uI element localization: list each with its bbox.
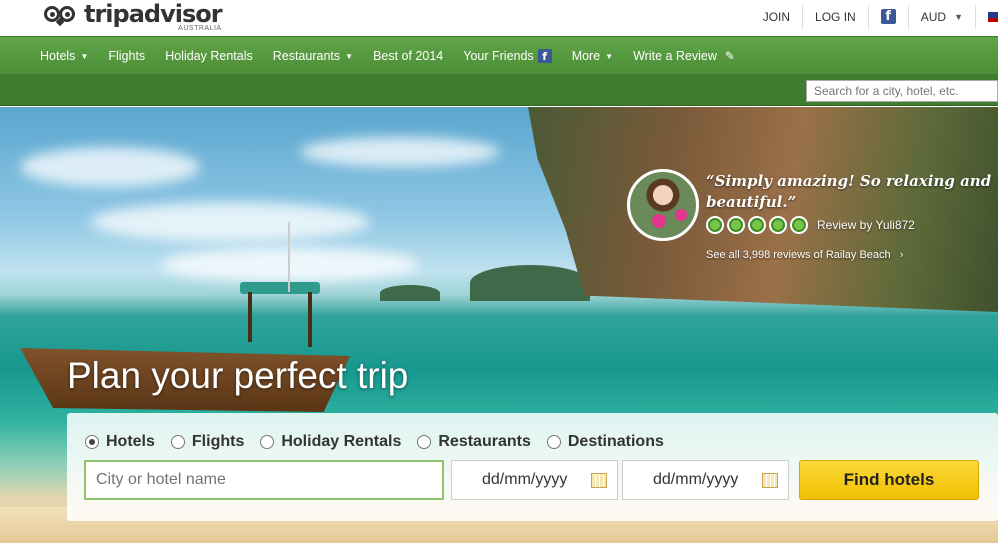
radio-flights[interactable]: Flights <box>170 433 245 451</box>
main-nav: Hotels ▼ Flights Holiday Rentals Restaur… <box>0 36 998 74</box>
chevron-down-icon: ▼ <box>605 51 614 61</box>
flag-icon <box>988 11 998 22</box>
radio-restaurants[interactable]: Restaurants <box>417 433 531 451</box>
nav-label: Restaurants <box>272 49 341 63</box>
site-search-input[interactable] <box>806 80 998 102</box>
currency-selector[interactable]: AUD ▼ <box>907 4 975 29</box>
radio-icon <box>546 435 561 449</box>
chevron-down-icon: ▼ <box>345 51 354 61</box>
radio-holiday-rentals[interactable]: Holiday Rentals <box>260 433 401 451</box>
nav-label: Your Friends <box>463 49 534 63</box>
radio-label: Destinations <box>567 433 664 450</box>
logo-region: AUSTRALIA <box>178 25 222 32</box>
chevron-down-icon: ▼ <box>80 51 89 61</box>
find-hotels-button[interactable]: Find hotels <box>799 460 979 500</box>
tripadvisor-logo[interactable]: tripadvisor AUSTRALIA <box>44 0 223 34</box>
facebook-button[interactable]: f <box>867 4 908 29</box>
check-out-placeholder: dd/mm/yyyy <box>653 471 739 488</box>
logo-wordmark: tripadvisor <box>84 0 223 28</box>
rating-bubble-icon <box>769 216 787 234</box>
calendar-icon[interactable] <box>762 473 778 488</box>
currency-label: AUD <box>920 9 947 24</box>
search-type-tabs: Hotels Flights Holiday Rentals Restauran… <box>85 433 680 451</box>
hero-headline: Plan your perfect trip <box>67 355 409 396</box>
hero-banner: “Simply amazing! So relaxing and beautif… <box>0 107 998 543</box>
radio-label: Hotels <box>106 433 155 450</box>
check-out-date-field[interactable]: dd/mm/yyyy <box>622 460 789 500</box>
login-link[interactable]: LOG IN <box>802 4 868 29</box>
nav-flights[interactable]: Flights <box>98 49 155 63</box>
radio-icon <box>170 435 185 449</box>
nav-your-friends[interactable]: Your Friends f <box>453 49 561 63</box>
see-all-reviews-link[interactable]: See all 3,998 reviews of Railay Beach › <box>706 249 903 261</box>
nav-label: Hotels <box>40 49 76 63</box>
country-selector[interactable] <box>975 4 998 29</box>
longtail-boat <box>0 222 360 422</box>
review-quote: “Simply amazing! So relaxing and beautif… <box>706 172 992 211</box>
rating-bubble-icon <box>727 216 745 234</box>
nav-more[interactable]: More ▼ <box>562 49 623 63</box>
nav-best-of[interactable]: Best of 2014 <box>363 49 453 63</box>
radio-selected-icon <box>85 435 99 449</box>
check-in-date-field[interactable]: dd/mm/yyyy <box>451 460 618 500</box>
search-panel: Hotels Flights Holiday Rentals Restauran… <box>67 413 998 521</box>
radio-icon <box>260 435 275 449</box>
radio-icon <box>417 435 432 449</box>
radio-label: Restaurants <box>438 433 531 450</box>
nav-write-review[interactable]: Write a Review ✎ <box>623 49 745 63</box>
nav-hotels[interactable]: Hotels ▼ <box>30 49 98 63</box>
nav-label: Flights <box>108 49 146 63</box>
radio-destinations[interactable]: Destinations <box>546 433 664 451</box>
reviewer-name[interactable]: Review by Yuli872 <box>817 218 915 232</box>
radio-hotels[interactable]: Hotels <box>85 433 155 451</box>
chevron-down-icon: ▼ <box>954 11 963 22</box>
nav-label: Holiday Rentals <box>165 49 253 63</box>
radio-label: Flights <box>191 433 245 450</box>
pencil-icon: ✎ <box>724 49 735 63</box>
facebook-icon: f <box>537 49 552 63</box>
nav-label: More <box>571 49 601 63</box>
rating-bubble-icon <box>748 216 766 234</box>
nav-holiday-rentals[interactable]: Holiday Rentals <box>155 49 263 63</box>
rating-bubbles: Review by Yuli872 <box>706 216 915 234</box>
nav-label: Write a Review <box>633 49 717 63</box>
rating-bubble-icon <box>790 216 808 234</box>
see-all-label: See all 3,998 reviews of Railay Beach <box>706 249 891 261</box>
nav-restaurants[interactable]: Restaurants ▼ <box>263 49 363 63</box>
nav-label: Best of 2014 <box>373 49 444 63</box>
rating-bubble-icon <box>706 216 724 234</box>
owl-logo-icon <box>44 4 80 27</box>
city-hotel-input[interactable] <box>84 460 444 500</box>
chevron-right-icon: › <box>899 249 904 261</box>
facebook-icon: f <box>880 9 896 24</box>
featured-review: “Simply amazing! So relaxing and beautif… <box>627 169 998 269</box>
join-link[interactable]: JOIN <box>751 5 802 29</box>
top-bar: tripadvisor AUSTRALIA JOIN LOG IN f AUD … <box>0 0 998 36</box>
account-links: JOIN LOG IN f AUD ▼ <box>751 0 998 33</box>
calendar-icon[interactable] <box>591 473 607 488</box>
reviewer-avatar[interactable] <box>627 169 699 241</box>
check-in-placeholder: dd/mm/yyyy <box>482 471 568 488</box>
radio-label: Holiday Rentals <box>281 433 402 450</box>
